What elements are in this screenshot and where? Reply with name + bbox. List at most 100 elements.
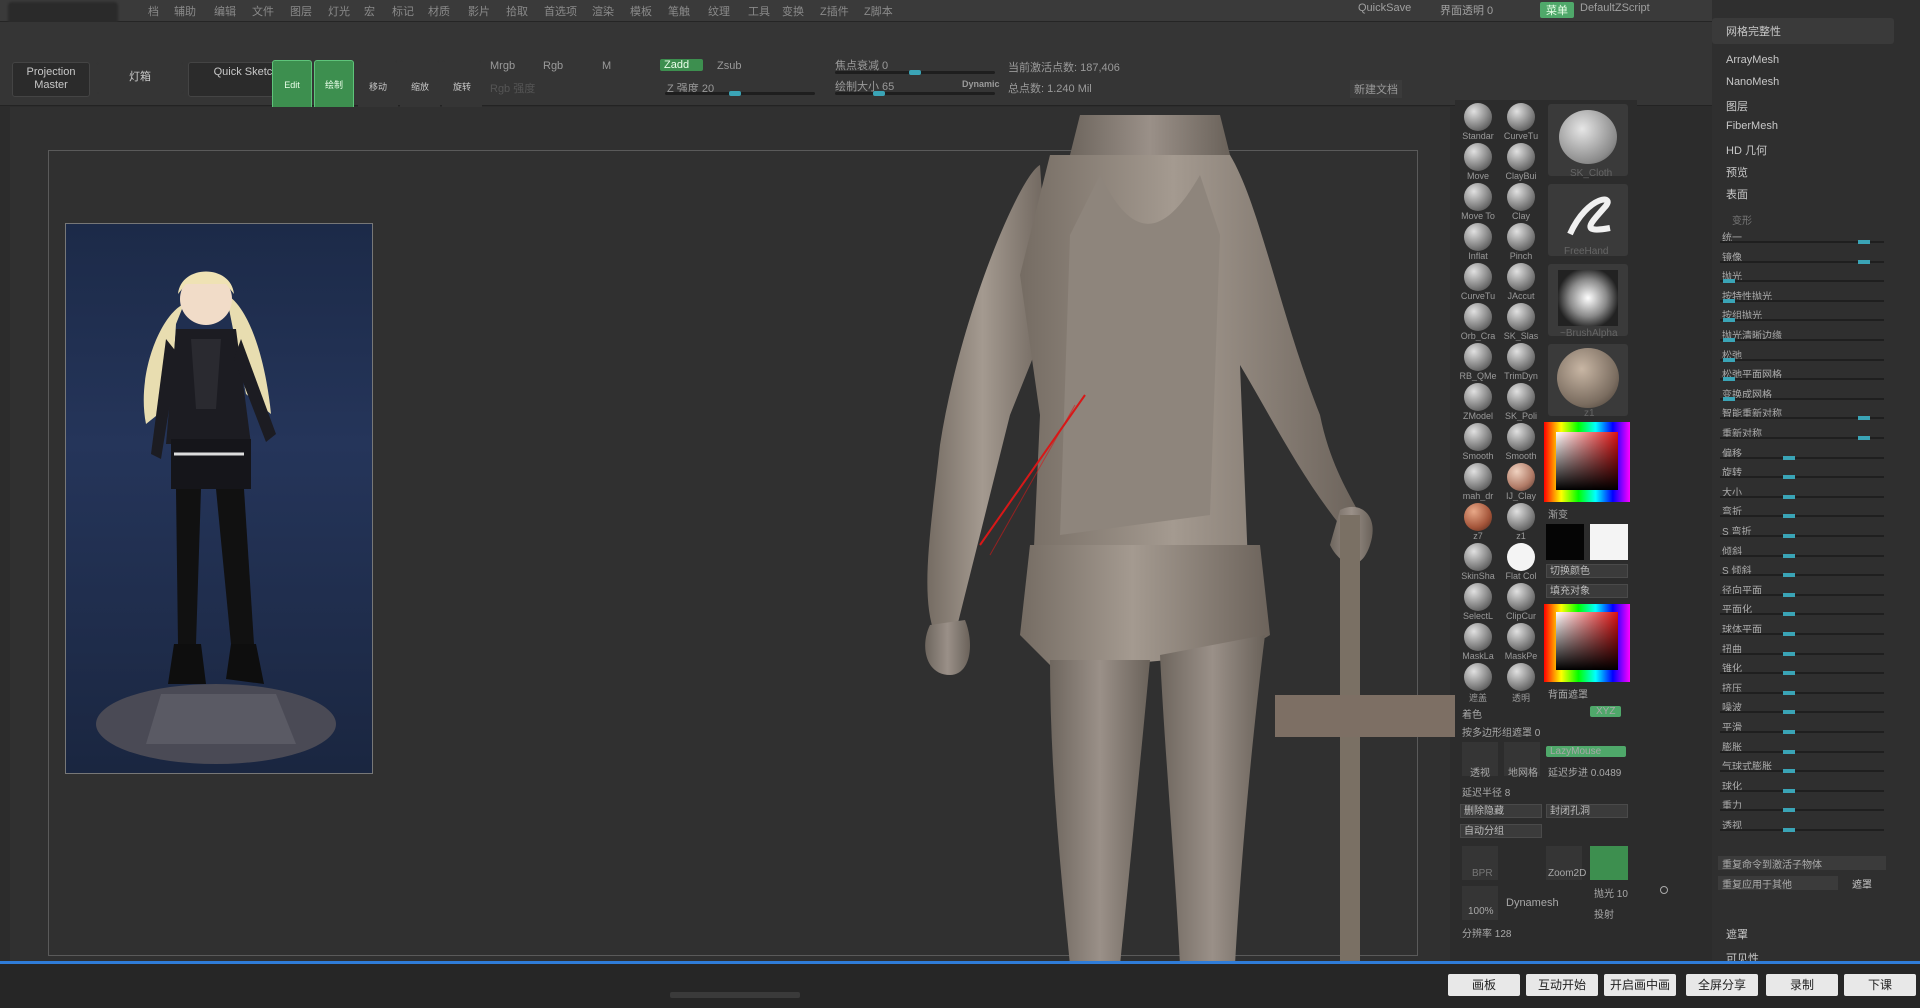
deform-slider-knob[interactable] (1783, 534, 1795, 538)
menu-item-7[interactable]: 标记 (392, 3, 414, 19)
m-toggle[interactable]: M (602, 60, 611, 72)
deform-slider-knob[interactable] (1858, 240, 1870, 244)
auto-group-button[interactable]: 自动分组 (1460, 824, 1542, 838)
polish-slider[interactable]: 抛光 10 (1594, 885, 1628, 900)
brush-14[interactable]: ZModel (1459, 383, 1497, 423)
project-toggle[interactable]: 投射 (1594, 906, 1614, 921)
deform-row-24[interactable]: 噪波 (1716, 698, 1888, 715)
deform-slider-track[interactable] (1720, 535, 1884, 537)
deform-row-30[interactable]: 透视 (1716, 816, 1888, 832)
menu-item-5[interactable]: 灯光 (328, 3, 350, 19)
bottom-button-4[interactable]: 录制 (1766, 974, 1838, 996)
deform-slider-track[interactable] (1720, 554, 1884, 557)
menu-item-9[interactable]: 影片 (468, 3, 490, 19)
brush-4[interactable]: Move To (1459, 183, 1497, 223)
menu-item-6[interactable]: 宏 (364, 3, 375, 19)
deform-row-27[interactable]: 气球式膨胀 (1716, 757, 1888, 774)
new-document-button[interactable]: 新建文档 (1350, 80, 1402, 98)
menu-item-18[interactable]: Z插件 (820, 3, 849, 19)
deform-slider-knob[interactable] (1783, 671, 1795, 676)
deform-slider-knob[interactable] (1858, 416, 1870, 421)
deform-slider-track[interactable] (1720, 593, 1884, 596)
brush-24[interactable]: SelectL (1459, 583, 1497, 623)
deform-slider-knob[interactable] (1783, 553, 1795, 558)
secondary-color-swatch[interactable] (1590, 524, 1628, 560)
deform-slider-track[interactable] (1720, 691, 1884, 694)
polish-toggle[interactable] (1660, 886, 1668, 894)
deform-slider-track[interactable] (1720, 652, 1884, 655)
menu-item-4[interactable]: 图层 (290, 3, 312, 19)
brush-20[interactable]: z7 (1459, 503, 1497, 543)
brush-27[interactable]: MaskPe (1502, 623, 1540, 663)
perspective-button[interactable]: 透视 (1462, 742, 1498, 779)
bottom-button-5[interactable]: 下课 (1844, 974, 1916, 996)
fill-object-button[interactable]: 填充对象 (1546, 584, 1628, 598)
brush-7[interactable]: Pinch (1502, 223, 1540, 263)
deform-row-4[interactable]: 按组抛光 (1716, 306, 1888, 323)
deform-slider-knob[interactable] (1783, 769, 1795, 774)
deform-slider-knob[interactable] (1723, 377, 1735, 382)
brush-0[interactable]: Standar (1459, 103, 1497, 143)
bpr-button[interactable]: BPR (1462, 846, 1498, 880)
menu-item-0[interactable]: 档 (148, 3, 159, 19)
deform-slider-track[interactable] (1720, 711, 1884, 714)
zoom-percent-button[interactable]: 100% (1462, 886, 1498, 920)
current-brush-thumb[interactable]: SK_Cloth (1548, 104, 1628, 179)
deform-slider-knob[interactable] (1783, 573, 1795, 578)
primary-color-swatch[interactable] (1546, 524, 1584, 560)
deform-slider-track[interactable] (1720, 750, 1884, 753)
bottom-button-0[interactable]: 画板 (1448, 974, 1520, 996)
deform-row-17[interactable]: S 倾斜 (1716, 561, 1888, 578)
default-script-button[interactable]: DefaultZScript (1580, 2, 1650, 14)
brush-19[interactable]: IJ_Clay (1502, 463, 1540, 503)
deform-slider-knob[interactable] (1723, 298, 1735, 303)
stroke-thumb[interactable]: FreeHand (1548, 184, 1628, 257)
deform-row-23[interactable]: 挤压 (1716, 679, 1888, 695)
deform-slider-knob[interactable] (1723, 357, 1735, 362)
material-thumb[interactable]: z1 (1548, 344, 1628, 419)
deform-slider-track[interactable] (1720, 672, 1884, 675)
menu-item-19[interactable]: Z脚本 (864, 3, 893, 19)
deform-slider-knob[interactable] (1783, 455, 1795, 460)
deform-slider-knob[interactable] (1783, 808, 1795, 813)
xyz-symmetry-toggle[interactable]: XYZ (1590, 706, 1622, 717)
deform-slider-track[interactable] (1720, 770, 1884, 773)
brush-9[interactable]: JAccut (1502, 263, 1540, 303)
mask-subpalette[interactable]: 遮罩 (1726, 926, 1748, 942)
subpalette-4[interactable]: HD 几何 (1726, 142, 1767, 158)
deform-slider-knob[interactable] (1783, 632, 1795, 636)
floor-grid-button[interactable]: 地网格 (1504, 742, 1540, 779)
brush-10[interactable]: Orb_Cra (1459, 303, 1497, 343)
brush-22[interactable]: SkinSha (1459, 543, 1497, 583)
deform-slider-knob[interactable] (1723, 279, 1735, 284)
brush-17[interactable]: Smooth (1502, 423, 1540, 463)
zadd-toggle[interactable]: Zadd (660, 59, 704, 71)
deform-slider-track[interactable] (1720, 495, 1884, 498)
close-holes-button[interactable]: 封闭孔洞 (1546, 804, 1628, 818)
menu-item-8[interactable]: 材质 (428, 3, 450, 19)
menu-item-3[interactable]: 文件 (252, 3, 274, 19)
deform-slider-knob[interactable] (1783, 592, 1795, 597)
deform-slider-track[interactable] (1720, 731, 1884, 733)
subpalette-2[interactable]: 图层 (1726, 98, 1748, 114)
deform-slider-track[interactable] (1720, 476, 1884, 479)
bottom-shelf-handle[interactable] (670, 992, 800, 998)
brush-5[interactable]: Clay (1502, 183, 1540, 223)
deform-slider-knob[interactable] (1783, 749, 1795, 754)
menu-item-10[interactable]: 拾取 (506, 3, 528, 19)
brush-23[interactable]: Flat Col (1502, 543, 1540, 583)
brush-16[interactable]: Smooth (1459, 423, 1497, 463)
subpalette-1[interactable]: NanoMesh (1726, 76, 1779, 88)
deform-slider-knob[interactable] (1723, 318, 1735, 323)
deform-slider-track[interactable] (1720, 378, 1884, 381)
brush-2[interactable]: Move (1459, 143, 1497, 183)
deform-slider-track[interactable] (1720, 515, 1884, 518)
dynamic-toggle[interactable]: Dynamic (962, 79, 1000, 89)
brush-1[interactable]: CurveTu (1502, 103, 1540, 143)
subpalette-6[interactable]: 表面 (1726, 186, 1748, 202)
deform-slider-track[interactable] (1720, 319, 1884, 322)
focal-shift-slider[interactable] (835, 70, 995, 75)
deform-slider-track[interactable] (1720, 339, 1884, 341)
z-intensity-slider[interactable] (665, 91, 815, 96)
brush-29[interactable]: 透明 (1502, 663, 1540, 703)
